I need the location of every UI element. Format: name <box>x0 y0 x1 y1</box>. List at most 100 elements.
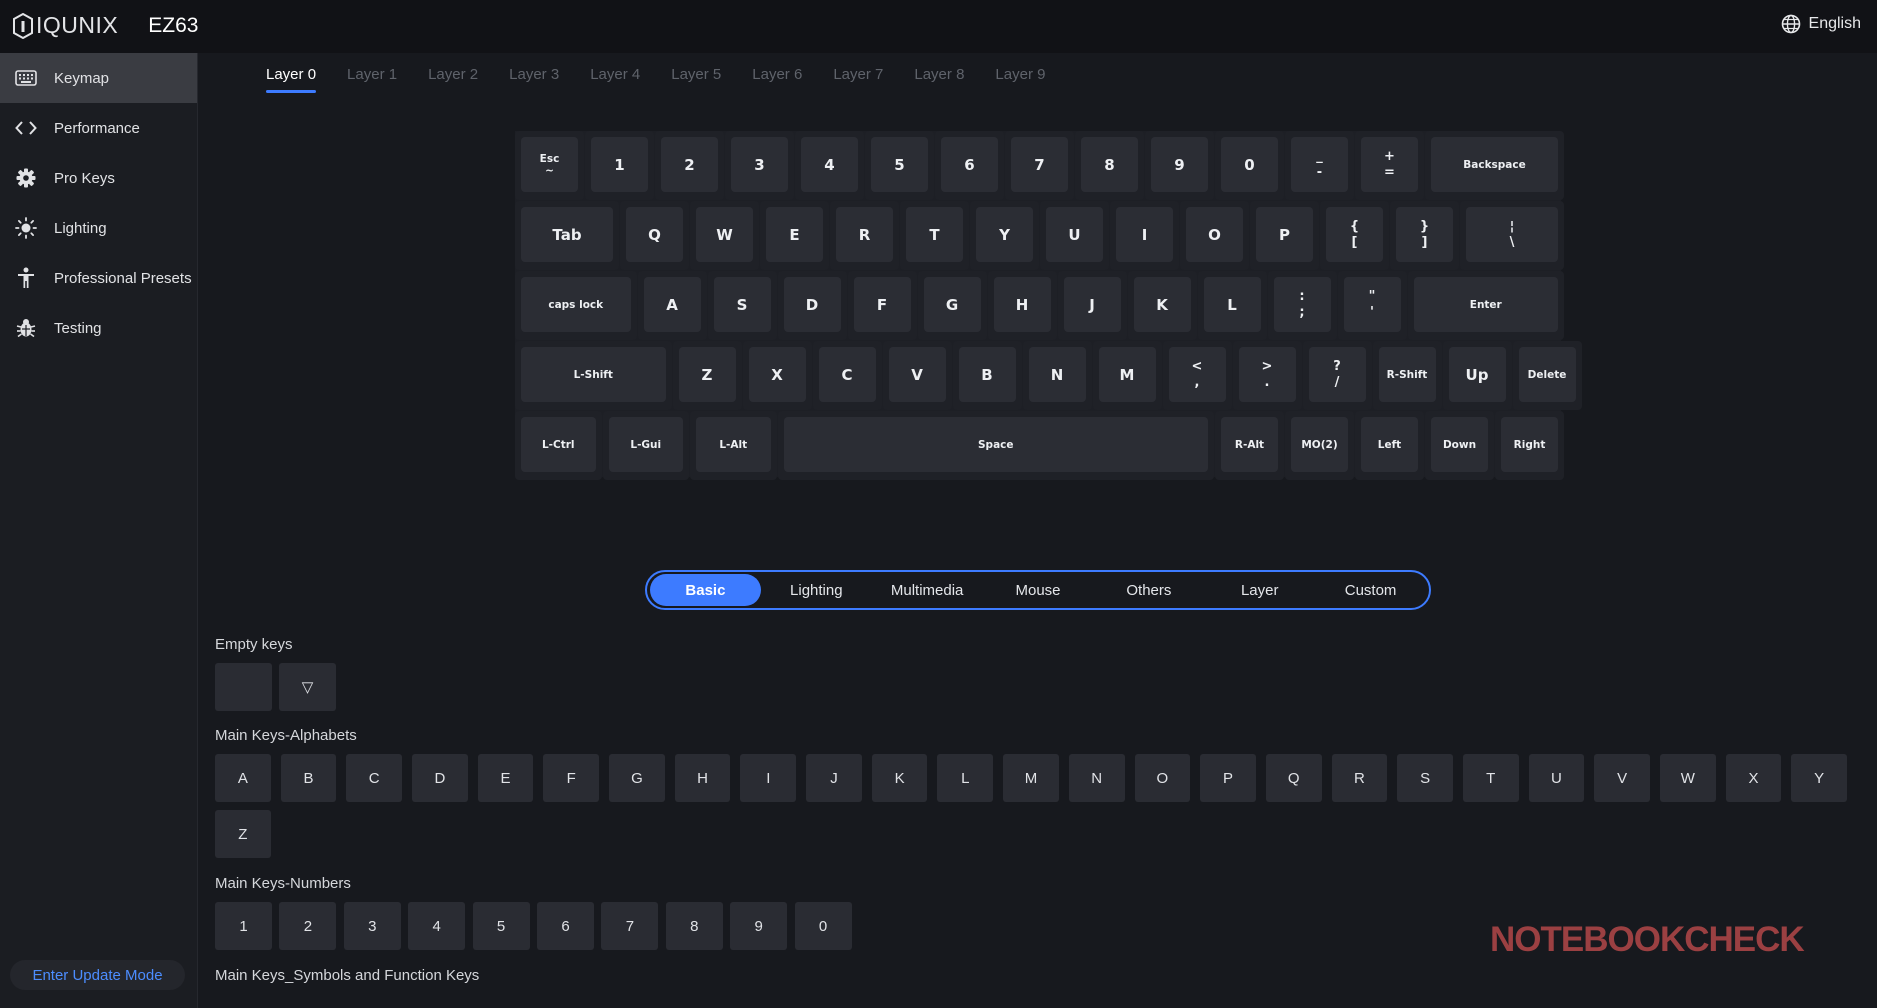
key-symbol[interactable]: <, <box>1162 341 1232 410</box>
alpha-key-c[interactable]: C <box>346 754 403 802</box>
key-1[interactable]: 1 <box>585 131 654 200</box>
key-symbol[interactable]: }] <box>1390 201 1459 270</box>
alpha-key-i[interactable]: I <box>740 754 797 802</box>
key-a[interactable]: A <box>637 271 707 340</box>
alpha-key-w[interactable]: W <box>1659 754 1716 802</box>
key-up[interactable]: Up <box>1442 341 1512 410</box>
number-key-1[interactable]: 1 <box>215 902 272 950</box>
key-h[interactable]: H <box>987 271 1057 340</box>
key-symbol[interactable]: >. <box>1232 341 1302 410</box>
transparent-key[interactable]: ▽ <box>279 663 336 711</box>
category-basic[interactable]: Basic <box>650 574 761 606</box>
sidebar-item-performance[interactable]: Performance <box>0 103 197 153</box>
key-l-gui[interactable]: L-Gui <box>602 411 689 480</box>
number-key-3[interactable]: 3 <box>343 902 401 950</box>
key-s[interactable]: S <box>707 271 777 340</box>
key-r-alt[interactable]: R-Alt <box>1215 411 1284 480</box>
number-key-0[interactable]: 0 <box>794 902 852 950</box>
language-selector[interactable]: English <box>1781 14 1861 34</box>
alpha-key-b[interactable]: B <box>280 754 337 802</box>
alpha-key-e[interactable]: E <box>477 754 534 802</box>
tab-layer-3[interactable]: Layer 3 <box>509 66 559 93</box>
key-l[interactable]: L <box>1197 271 1267 340</box>
key-0[interactable]: 0 <box>1215 131 1284 200</box>
number-key-4[interactable]: 4 <box>408 902 466 950</box>
key-2[interactable]: 2 <box>655 131 724 200</box>
alpha-key-q[interactable]: Q <box>1265 754 1322 802</box>
category-others[interactable]: Others <box>1093 574 1204 606</box>
key-y[interactable]: Y <box>970 201 1039 270</box>
key-m[interactable]: M <box>1092 341 1162 410</box>
tab-layer-6[interactable]: Layer 6 <box>752 66 802 93</box>
category-layer[interactable]: Layer <box>1204 574 1315 606</box>
key-symbol[interactable]: _ - <box>1285 131 1354 200</box>
alpha-key-z[interactable]: Z <box>215 810 271 858</box>
key-symbol[interactable]: ? / <box>1302 341 1372 410</box>
alpha-key-u[interactable]: U <box>1528 754 1585 802</box>
tab-layer-2[interactable]: Layer 2 <box>428 66 478 93</box>
alpha-key-n[interactable]: N <box>1068 754 1125 802</box>
key-symbol[interactable]: :; <box>1267 271 1337 340</box>
key-mo-2[interactable]: MO(2) <box>1285 411 1354 480</box>
key-delete[interactable]: Delete <box>1512 341 1582 410</box>
key-z[interactable]: Z <box>672 341 742 410</box>
key-k[interactable]: K <box>1127 271 1197 340</box>
key-r[interactable]: R <box>830 201 899 270</box>
tab-layer-4[interactable]: Layer 4 <box>590 66 640 93</box>
key-symbol[interactable]: {[ <box>1320 201 1389 270</box>
key-v[interactable]: V <box>882 341 952 410</box>
alpha-key-t[interactable]: T <box>1462 754 1519 802</box>
sidebar-item-lighting[interactable]: Lighting <box>0 203 197 253</box>
key-b[interactable]: B <box>952 341 1022 410</box>
key-q[interactable]: Q <box>620 201 689 270</box>
key-caps-lock[interactable]: caps lock <box>515 271 637 340</box>
key-7[interactable]: 7 <box>1005 131 1074 200</box>
alpha-key-a[interactable]: A <box>215 754 271 802</box>
key-4[interactable]: 4 <box>795 131 864 200</box>
category-multimedia[interactable]: Multimedia <box>872 574 983 606</box>
enter-update-mode-button[interactable]: Enter Update Mode <box>10 960 185 990</box>
alpha-key-h[interactable]: H <box>674 754 731 802</box>
tab-layer-7[interactable]: Layer 7 <box>833 66 883 93</box>
key-right[interactable]: Right <box>1495 411 1564 480</box>
key-enter[interactable]: Enter <box>1407 271 1564 340</box>
key-p[interactable]: P <box>1250 201 1319 270</box>
alpha-key-p[interactable]: P <box>1200 754 1256 802</box>
alpha-key-r[interactable]: R <box>1331 754 1388 802</box>
key-e[interactable]: E <box>760 201 829 270</box>
key-9[interactable]: 9 <box>1145 131 1214 200</box>
sidebar-item-pro-keys[interactable]: Pro Keys <box>0 153 197 203</box>
category-mouse[interactable]: Mouse <box>983 574 1094 606</box>
key-down[interactable]: Down <box>1425 411 1494 480</box>
key-6[interactable]: 6 <box>935 131 1004 200</box>
key-f[interactable]: F <box>847 271 917 340</box>
key-space[interactable]: Space <box>777 411 1214 480</box>
key-esc[interactable]: Esc ~ <box>515 131 584 200</box>
key-symbol[interactable]: " ' <box>1337 271 1407 340</box>
number-key-9[interactable]: 9 <box>730 902 788 950</box>
key-g[interactable]: G <box>917 271 987 340</box>
alpha-key-l[interactable]: L <box>937 754 994 802</box>
key-u[interactable]: U <box>1040 201 1109 270</box>
number-key-7[interactable]: 7 <box>601 902 659 950</box>
key-j[interactable]: J <box>1057 271 1127 340</box>
empty-key[interactable] <box>215 663 272 711</box>
tab-layer-9[interactable]: Layer 9 <box>995 66 1045 93</box>
key-i[interactable]: I <box>1110 201 1179 270</box>
key-l-alt[interactable]: L-Alt <box>690 411 777 480</box>
alpha-key-f[interactable]: F <box>543 754 600 802</box>
alpha-key-d[interactable]: D <box>412 754 468 802</box>
alpha-key-v[interactable]: V <box>1594 754 1650 802</box>
alpha-key-y[interactable]: Y <box>1791 754 1847 802</box>
key-r-shift[interactable]: R-Shift <box>1372 341 1442 410</box>
number-key-8[interactable]: 8 <box>665 902 723 950</box>
alpha-key-s[interactable]: S <box>1397 754 1453 802</box>
tab-layer-1[interactable]: Layer 1 <box>347 66 397 93</box>
sidebar-item-testing[interactable]: Testing <box>0 303 197 353</box>
key-5[interactable]: 5 <box>865 131 934 200</box>
tab-layer-5[interactable]: Layer 5 <box>671 66 721 93</box>
key-symbol[interactable]: + = <box>1355 131 1424 200</box>
category-lighting[interactable]: Lighting <box>761 574 872 606</box>
alpha-key-j[interactable]: J <box>806 754 862 802</box>
alpha-key-m[interactable]: M <box>1003 754 1059 802</box>
